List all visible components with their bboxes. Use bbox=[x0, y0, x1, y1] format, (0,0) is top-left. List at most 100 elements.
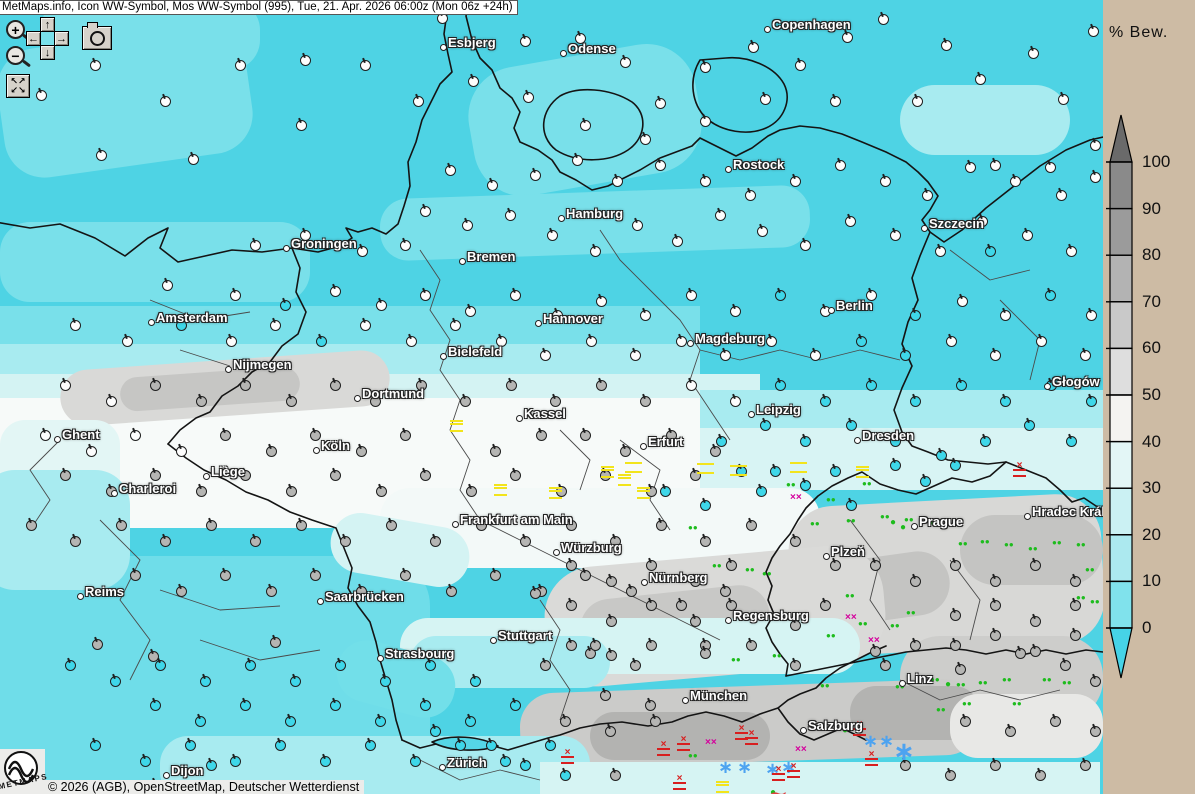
wx-symbol-cloud-cover-circle-gray bbox=[386, 520, 397, 531]
wx-symbol-cloud-cover-circle-white bbox=[235, 60, 246, 71]
wx-symbol-cloud-cover-circle-white bbox=[596, 296, 607, 307]
wx-symbol-cloud-cover-circle-gray bbox=[990, 630, 1001, 641]
wx-symbol-cloud-cover-circle-gray bbox=[160, 536, 171, 547]
wx-symbol-cloud-cover-circle-cyan bbox=[280, 300, 291, 311]
wx-symbol-drizzle-green: ●● bbox=[1062, 679, 1072, 687]
city-label: Nürnberg bbox=[649, 570, 708, 585]
wx-symbol-cloud-cover-circle-cyan bbox=[856, 336, 867, 347]
wx-symbol-cloud-cover-circle-gray bbox=[646, 600, 657, 611]
wx-symbol-fog-yellow bbox=[637, 487, 650, 499]
wx-symbol-cloud-cover-circle-gray bbox=[520, 536, 531, 547]
wx-symbol-cloud-cover-circle-gray bbox=[870, 560, 881, 571]
wx-symbol-mist-yellow bbox=[790, 462, 807, 473]
metmaps-app: ●●●●●●●●●●●●●●●●●●●●●●●●●●●●●●●●●●●●●●●●… bbox=[0, 0, 1195, 794]
city-label: Szczecin bbox=[929, 216, 984, 231]
wx-symbol-cloud-cover-circle-cyan bbox=[936, 450, 947, 461]
pan-right-button[interactable]: → bbox=[54, 31, 69, 46]
city-label: Leipzig bbox=[756, 402, 801, 417]
zoom-out-button[interactable]: − bbox=[6, 46, 25, 65]
wx-symbol-cloud-cover-circle-cyan bbox=[800, 436, 811, 447]
wx-symbol-drizzle-green: ●● bbox=[786, 481, 796, 489]
wx-symbol-cloud-cover-circle-cyan bbox=[920, 476, 931, 487]
wx-symbol-cloud-cover-circle-white bbox=[941, 40, 952, 51]
wx-symbol-cloud-cover-circle-cyan bbox=[430, 726, 441, 737]
wx-symbol-cloud-cover-circle-gray bbox=[148, 651, 159, 662]
wx-symbol-cloud-cover-circle-gray bbox=[286, 396, 297, 407]
wx-symbol-cloud-cover-circle-cyan bbox=[410, 756, 421, 767]
wx-symbol-cloud-cover-circle-white bbox=[360, 60, 371, 71]
city-marker-dot bbox=[516, 415, 523, 422]
wx-symbol-cloud-cover-circle-white bbox=[957, 296, 968, 307]
city-label: Nijmegen bbox=[233, 357, 292, 372]
wx-symbol-cloud-cover-circle-cyan bbox=[206, 760, 217, 771]
wx-symbol-cloud-cover-circle-gray bbox=[266, 446, 277, 457]
wx-symbol-cloud-cover-circle-white bbox=[745, 190, 756, 201]
wx-symbol-cloud-cover-circle-white bbox=[160, 96, 171, 107]
wx-symbol-cloud-cover-circle-white bbox=[547, 230, 558, 241]
weather-map[interactable]: ●●●●●●●●●●●●●●●●●●●●●●●●●●●●●●●●●●●●●●●●… bbox=[0, 0, 1103, 794]
wx-symbol-red-wave: ∼ bbox=[768, 783, 788, 794]
city-label: Saarbrücken bbox=[325, 589, 404, 604]
map-title-bar: MetMaps.info, Icon WW-Symbol, Mos WW-Sym… bbox=[0, 0, 518, 15]
wx-symbol-drizzle-green: ●● bbox=[1004, 541, 1014, 549]
wx-symbol-cloud-cover-circle-white bbox=[686, 380, 697, 391]
colorbar-tick-label: 30 bbox=[1142, 478, 1161, 498]
wx-symbol-drizzle-green: ●● bbox=[826, 496, 836, 504]
wx-symbol-cloud-cover-circle-gray bbox=[92, 639, 103, 650]
fullscreen-button[interactable]: ↖↗ ↙↘ bbox=[6, 74, 30, 98]
city-label: Dijon bbox=[171, 763, 204, 778]
wx-symbol-cloud-cover-circle-gray bbox=[1090, 726, 1101, 737]
wx-symbol-cloud-cover-circle-white bbox=[946, 336, 957, 347]
wx-symbol-cloud-cover-circle-cyan bbox=[185, 740, 196, 751]
wx-symbol-cloud-cover-circle-cyan bbox=[316, 336, 327, 347]
colorbar-tick-label: 80 bbox=[1142, 245, 1161, 265]
pan-left-button[interactable]: ← bbox=[26, 31, 41, 46]
wx-symbol-drizzle-green: ●● bbox=[1012, 700, 1022, 708]
pan-down-button[interactable]: ↓ bbox=[40, 45, 55, 60]
city-marker-dot bbox=[313, 447, 320, 454]
wx-symbol-cloud-cover-circle-cyan bbox=[820, 396, 831, 407]
pan-up-button[interactable]: ↑ bbox=[40, 17, 55, 32]
colorbar-tick-label: 90 bbox=[1142, 199, 1161, 219]
wx-symbol-ice-pellets-red bbox=[561, 751, 574, 763]
wx-symbol-drizzle-green: ●● bbox=[1085, 566, 1095, 574]
wx-symbol-cloud-cover-circle-white bbox=[672, 236, 683, 247]
wx-symbol-cloud-cover-circle-white bbox=[640, 310, 651, 321]
wx-symbol-cloud-cover-circle-white bbox=[96, 150, 107, 161]
camera-icon bbox=[87, 22, 98, 28]
wx-symbol-cloud-cover-circle-white bbox=[1022, 230, 1033, 241]
wx-symbol-ice-pellets-red bbox=[772, 768, 785, 780]
wx-symbol-cloud-cover-circle-cyan bbox=[956, 380, 967, 391]
wx-symbol-cloud-cover-circle-gray bbox=[600, 690, 611, 701]
city-label: Plzeň bbox=[831, 544, 865, 559]
wx-symbol-ice-pellets-red bbox=[677, 738, 690, 750]
city-marker-dot bbox=[641, 579, 648, 586]
wx-symbol-cloud-cover-circle-white bbox=[700, 176, 711, 187]
wx-symbol-cloud-cover-circle-cyan bbox=[375, 716, 386, 727]
wx-symbol-cloud-cover-circle-gray bbox=[950, 610, 961, 621]
colorbar-tick-label: 50 bbox=[1142, 385, 1161, 405]
city-label: Liège bbox=[211, 464, 245, 479]
zoom-in-button[interactable]: + bbox=[6, 20, 25, 39]
snapshot-button[interactable] bbox=[82, 26, 112, 50]
city-label: Amsterdam bbox=[156, 310, 228, 325]
wx-symbol-drizzle-green: ●● bbox=[1076, 594, 1086, 602]
wx-symbol-cloud-cover-circle-cyan bbox=[195, 716, 206, 727]
wx-symbol-cloud-cover-circle-cyan bbox=[245, 660, 256, 671]
wx-symbol-cloud-cover-circle-cyan bbox=[465, 716, 476, 727]
wx-symbol-drizzle-green: ●● bbox=[936, 706, 946, 714]
wx-symbol-cloud-cover-circle-white bbox=[700, 62, 711, 73]
wx-symbol-cloud-cover-circle-gray bbox=[530, 588, 541, 599]
wx-symbol-cloud-cover-circle-cyan bbox=[200, 676, 211, 687]
wx-symbol-cloud-cover-circle-gray bbox=[150, 470, 161, 481]
wx-symbol-cloud-cover-circle-gray bbox=[790, 536, 801, 547]
wx-symbol-cloud-cover-circle-cyan bbox=[1024, 420, 1035, 431]
city-label: Charleroi bbox=[119, 481, 176, 496]
wx-symbol-drizzle-green: ●● bbox=[826, 632, 836, 640]
wx-symbol-cloud-cover-circle-white bbox=[640, 134, 651, 145]
city-marker-dot bbox=[687, 340, 694, 347]
city-marker-dot bbox=[1044, 383, 1051, 390]
wx-symbol-drizzle-green: ●● bbox=[1090, 598, 1100, 606]
wx-symbol-cloud-cover-circle-gray bbox=[270, 637, 281, 648]
wx-symbol-cloud-cover-circle-cyan bbox=[1086, 396, 1097, 407]
